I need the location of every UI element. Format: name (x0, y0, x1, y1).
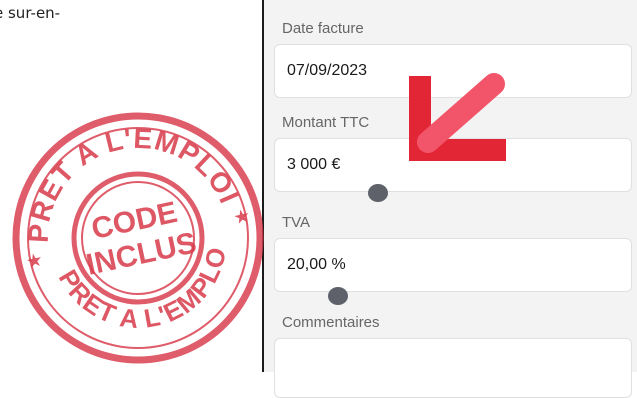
comments-label: Commentaires (282, 314, 380, 331)
date-label: Date facture (282, 20, 364, 37)
arrow-down-left-icon (409, 73, 506, 161)
tva-label: TVA (282, 214, 311, 231)
invoice-form-panel: Date facture 07/09/2023 Montant TTC 3 00… (262, 0, 637, 398)
tva-field[interactable]: 20,00 % (274, 238, 632, 292)
amount-label: Montant TTC (282, 114, 370, 131)
stamp-icon: PRET A L'EMPLOI PRET A L'EMPLOI CODE INC… (8, 108, 264, 364)
amount-slider-knob[interactable] (368, 184, 388, 202)
amount-value: 3 000 € (287, 156, 341, 173)
tva-slider-knob[interactable] (328, 287, 348, 305)
document-text: e sur-en- (0, 4, 61, 22)
stamp-star-icon: ★ (26, 252, 44, 272)
stamp-star-icon: ★ (233, 207, 251, 227)
comments-field[interactable] (274, 338, 632, 398)
date-value: 07/09/2023 (287, 62, 368, 79)
tva-value: 20,00 % (287, 256, 346, 273)
